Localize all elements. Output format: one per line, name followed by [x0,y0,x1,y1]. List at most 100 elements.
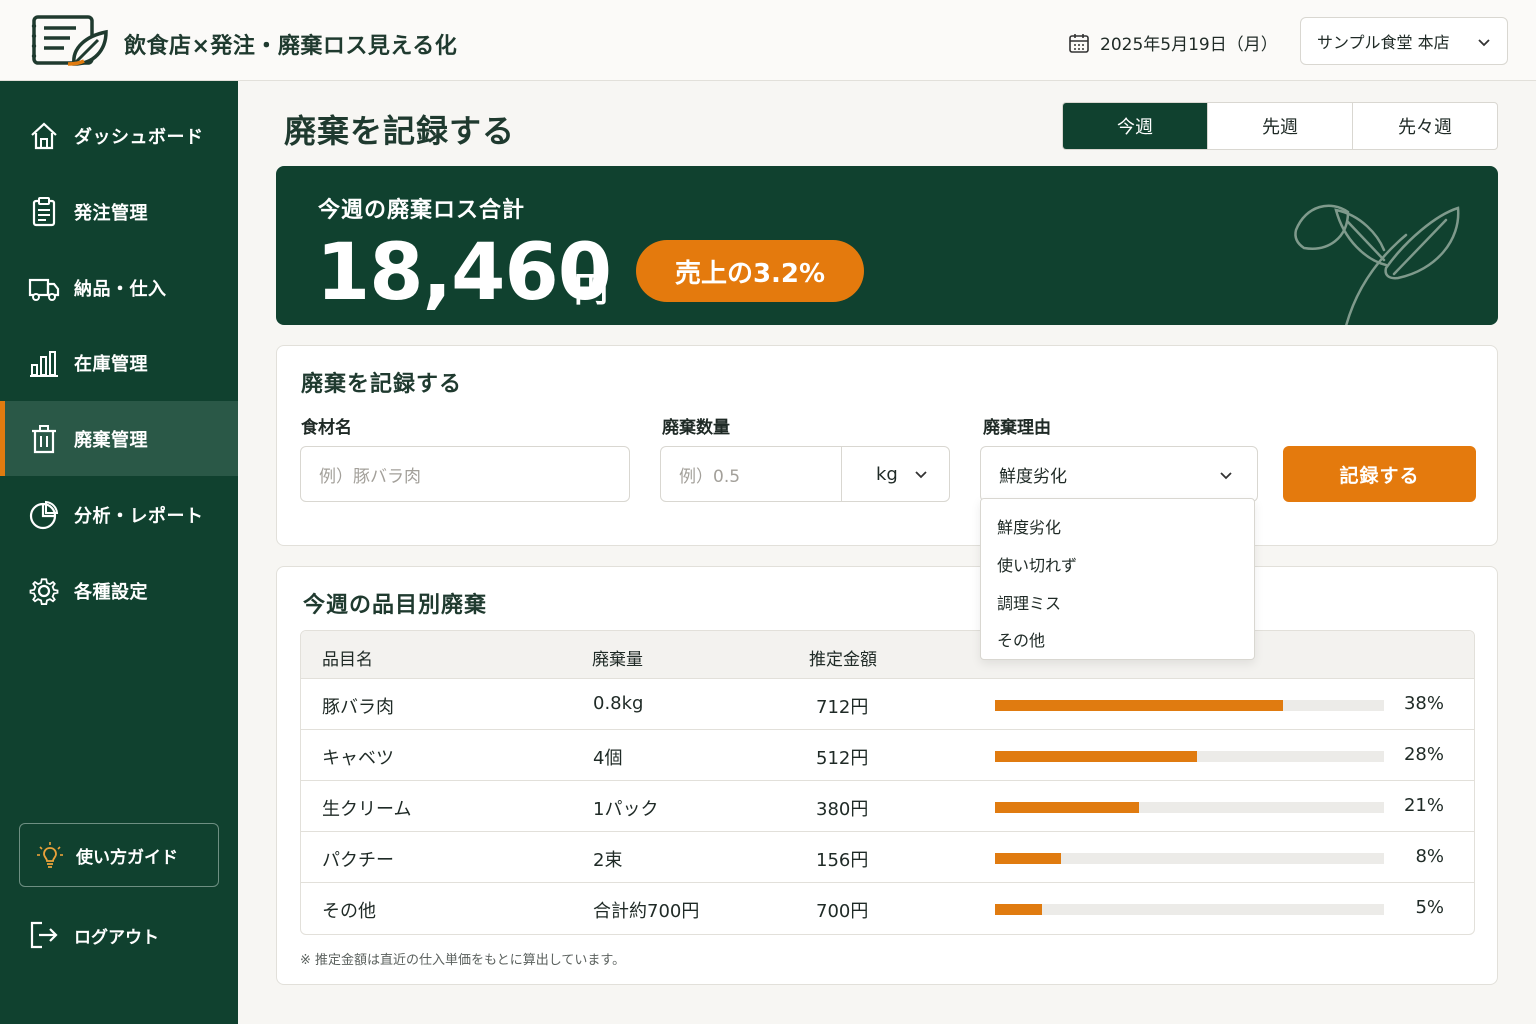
chevron-down-icon [1478,39,1490,47]
chevron-down-icon [915,471,927,479]
tab-this-week[interactable]: 今週 [1063,103,1207,149]
item-name: キャベツ [322,748,394,769]
logout-icon [30,921,58,949]
share-percent: 21% [1403,795,1444,816]
reason-option-cooking-mistake[interactable]: 調理ミス [997,590,1061,614]
share-bar-track [995,700,1384,711]
sidebar-item-delivery[interactable]: 納品・仕入 [0,250,238,325]
pie-chart-icon [29,500,59,529]
ingredient-label: 食材名 [301,418,352,438]
reason-option-unused[interactable]: 使い切れず [997,552,1077,576]
sidebar-item-orders[interactable]: 発注管理 [0,174,238,249]
waste-table: 品目名 廃棄量 推定金額 豚バラ肉 0.8kg 712円 38% キャベツ 4個… [300,630,1475,935]
estimated-amount: 380円 [816,799,869,820]
share-percent: 8% [1415,846,1444,867]
share-bar-fill [995,802,1139,813]
table-row[interactable]: その他 合計約700円 700円 5% [301,883,1474,934]
estimate-note: ※ 推定金額は直近の仕入単価をもとに算出しています。 [300,953,626,968]
app-logo-icon [31,15,108,66]
logout-button[interactable]: ログアウト [28,919,159,951]
item-name: 豚バラ肉 [322,697,394,718]
table-row[interactable]: キャベツ 4個 512円 28% [301,730,1474,781]
sidebar-item-label: 分析・レポート [74,505,204,527]
estimated-amount: 700円 [816,901,869,922]
sidebar-item-label: 納品・仕入 [74,278,167,300]
clipboard-icon [32,196,56,226]
share-bar-fill [995,853,1062,864]
column-header-item: 品目名 [322,650,373,670]
item-name: パクチー [322,850,394,871]
share-bar-track [995,802,1384,813]
reason-option-freshness[interactable]: 鮮度劣化 [997,514,1061,538]
estimated-amount: 156円 [816,850,869,871]
item-name: その他 [322,901,376,922]
reason-select[interactable]: 鮮度劣化 [980,446,1258,502]
sales-ratio-badge: 売上の3.2% [636,240,864,302]
sidebar-item-inventory[interactable]: 在庫管理 [0,325,238,400]
ingredient-input[interactable]: 例）豚バラ肉 [300,446,630,502]
quantity-placeholder: 例）0.5 [679,466,741,487]
share-bar-track [995,751,1384,762]
truck-icon [28,278,60,301]
share-bar-fill [995,700,1283,711]
waste-quantity: 0.8kg [593,693,644,714]
sidebar-item-label: 発注管理 [74,202,148,224]
sidebar-item-waste[interactable]: 廃棄管理 [0,401,238,476]
sidebar-item-settings[interactable]: 各種設定 [0,553,238,628]
tab-two-weeks-ago[interactable]: 先々週 [1352,103,1497,149]
share-bar-fill [995,904,1042,915]
share-bar-track [995,853,1384,864]
sidebar-item-label: 各種設定 [74,581,148,603]
summary-label: 今週の廃棄ロス合計 [318,198,526,223]
share-bar-track [995,904,1384,915]
share-percent: 38% [1403,693,1444,714]
week-tabs: 今週 先週 先々週 [1062,102,1498,150]
gear-icon [29,577,59,605]
lightbulb-icon [37,842,63,868]
current-date: 2025年5月19日（月） [1068,30,1278,55]
sidebar-item-label: 廃棄管理 [74,429,148,451]
trash-icon [32,424,56,453]
item-name: 生クリーム [322,799,412,820]
estimated-amount: 712円 [816,697,869,718]
waste-quantity: 4個 [593,748,623,769]
quantity-label: 廃棄数量 [662,418,730,438]
store-select-value: サンプル食堂 本店 [1317,33,1450,52]
unit-select[interactable]: kg [841,446,950,502]
table-card-title: 今週の品目別廃棄 [303,593,488,618]
share-percent: 5% [1415,897,1444,918]
record-card-title: 廃棄を記録する [301,372,463,397]
reason-label: 廃棄理由 [983,418,1051,438]
bar-chart-icon [30,350,58,377]
table-row[interactable]: パクチー 2束 156円 8% [301,832,1474,883]
weekly-item-waste-card: 今週の品目別廃棄 品目名 廃棄量 推定金額 豚バラ肉 0.8kg 712円 38… [276,566,1498,985]
table-row[interactable]: 豚バラ肉 0.8kg 712円 38% [301,679,1474,730]
tab-last-week[interactable]: 先週 [1207,103,1352,149]
record-waste-card: 廃棄を記録する 食材名 例）豚バラ肉 廃棄数量 例）0.5 kg 廃棄理由 鮮度… [276,345,1498,546]
logout-label: ログアウト [74,927,159,948]
record-submit-button[interactable]: 記録する [1283,446,1476,502]
reason-dropdown-menu: 鮮度劣化 使い切れず 調理ミス その他 [980,498,1255,660]
reason-select-value: 鮮度劣化 [999,466,1067,487]
leaf-decoration-icon [1294,204,1460,325]
sidebar-item-dashboard[interactable]: ダッシュボード [0,98,238,173]
reason-option-other[interactable]: その他 [997,627,1045,651]
calendar-icon [1069,33,1089,53]
chevron-down-icon [1220,472,1232,480]
app-title: 飲食店×発注・廃棄ロス見える化 [124,34,458,59]
usage-guide-button[interactable]: 使い方ガイド [19,823,219,887]
unit-select-value: kg [876,463,898,485]
sidebar-item-label: ダッシュボード [74,126,204,148]
page-title: 廃棄を記録する [284,112,516,150]
sidebar-item-analysis[interactable]: 分析・レポート [0,477,238,552]
usage-guide-label: 使い方ガイド [76,847,178,868]
waste-quantity: 合計約700円 [593,901,700,922]
quantity-input[interactable]: 例）0.5 kg [660,446,950,502]
store-select[interactable]: サンプル食堂 本店 [1300,17,1508,65]
summary-unit: 円 [574,270,608,310]
column-header-amount: 推定金額 [809,650,877,670]
sidebar-item-label: 在庫管理 [74,353,148,375]
column-header-quantity: 廃棄量 [592,650,643,670]
table-row[interactable]: 生クリーム 1パック 380円 21% [301,781,1474,832]
summary-amount: 18,460 [316,228,612,318]
